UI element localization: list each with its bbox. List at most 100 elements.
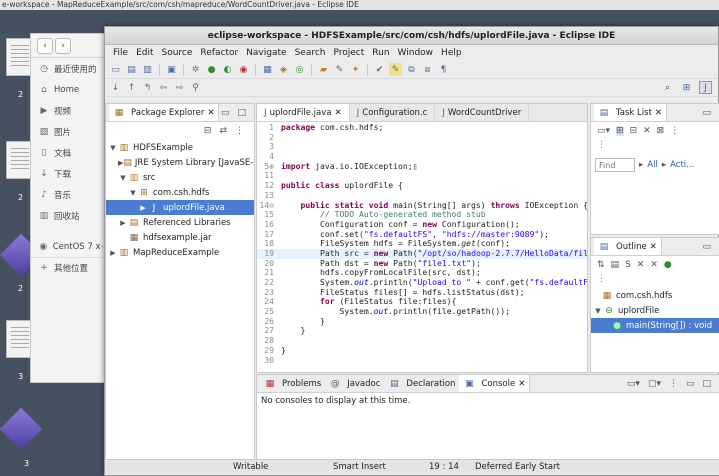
overflow-icon[interactable]: ⋮ [591,140,719,152]
tree-item[interactable]: ▦ hdfsexample.jar [106,230,254,245]
menu-file[interactable]: File [109,48,132,58]
chevron-down-icon[interactable]: ▼ [118,174,128,182]
external-tools-icon[interactable]: ◉ [237,63,250,76]
hide-fields-icon[interactable]: ▤ [611,260,620,270]
code-line[interactable]: 30 [257,355,587,366]
code-line[interactable]: 26 } [257,316,587,327]
tree-item[interactable]: ▶ ▤ Referenced Libraries [106,215,254,230]
sidebar-item[interactable]: ▥ 回收站 [31,205,109,226]
tab-task-list[interactable]: ▤ Task List ✕ [594,104,668,121]
link-editor-icon[interactable]: ⇄ [219,126,227,136]
menu-source[interactable]: Source [158,48,197,58]
new-task-icon[interactable]: ▭▾ [597,126,610,136]
schedule-icon[interactable]: ⊟ [630,126,638,136]
sidebar-item[interactable]: ▯ 文档 [31,142,109,163]
sidebar-item[interactable]: + 其他位置 [31,257,109,278]
categorize-icon[interactable]: ⊞ [616,126,624,136]
back-icon[interactable]: ⇦ [157,81,170,94]
save-all-icon[interactable]: ▥ [141,63,154,76]
code-line[interactable]: 12 public class uplordFile { [257,180,587,191]
activate-link[interactable]: Acti... [670,160,694,170]
close-icon[interactable]: ✕ [650,242,657,252]
menu-refactor[interactable]: Refactor [196,48,242,58]
outline-item-method[interactable]: ● main(String[]) : void [591,318,719,333]
code-line[interactable]: 5⊕ import java.io.IOException;▯ [257,161,587,172]
tree-item[interactable]: ▼ ▥ HDFSExample [106,140,254,155]
hide-local-types-icon[interactable]: ✕ [650,260,658,270]
all-filter-link[interactable]: All [647,160,658,170]
minimize-icon[interactable]: ▭ [702,242,711,252]
sort-icon[interactable]: ⇅ [597,260,605,270]
close-icon[interactable]: ✕ [655,108,662,118]
hide-completed-icon[interactable]: ✕ [643,126,651,136]
tree-item[interactable]: ▶ JuplordFile.java [106,200,254,215]
minimize-icon[interactable]: ▭ [686,379,695,389]
code-line[interactable]: 1 package com.csh.hdfs; [257,123,587,133]
highlight-icon[interactable]: ✎ [389,63,402,76]
sidebar-item[interactable]: ↓ 下载 [31,163,109,184]
run-icon[interactable]: ● [205,63,218,76]
overflow-icon[interactable]: ⋮ [591,274,719,288]
maximize-icon[interactable]: □ [237,108,246,118]
last-edit-icon[interactable]: ↰ [141,81,154,94]
mark-occurrences-icon[interactable]: ✔ [373,63,386,76]
hide-nonpublic-icon[interactable]: ✕ [637,260,645,270]
new-java-project-icon[interactable]: ▦ [261,63,274,76]
minimize-icon[interactable]: ▭ [702,108,711,118]
new-package-icon[interactable]: ◈ [277,63,290,76]
search-icon[interactable]: ⌕ [661,81,674,94]
display-console-icon[interactable]: ▭▾ [627,379,640,389]
forward-icon[interactable]: ⇨ [173,81,186,94]
menu-project[interactable]: Project [329,48,368,58]
block-selection-icon[interactable]: ⧉ [405,63,418,76]
sidebar-item[interactable]: ◉ CentOS 7 x⋯ [31,236,109,257]
menu-search[interactable]: Search [291,48,330,58]
back-button[interactable]: ‹ [37,37,53,54]
outline-item-package[interactable]: ▦ com.csh.hdfs [591,288,719,303]
tree-item[interactable]: ▼ ▥ src [106,170,254,185]
menu-edit[interactable]: Edit [132,48,157,58]
show-whitespace-icon[interactable]: ¶ [437,63,450,76]
save-icon[interactable]: ▤ [125,63,138,76]
sidebar-item[interactable]: ▨ 图片 [31,121,109,142]
sidebar-item[interactable]: ◷ 最近使用的 [31,58,109,79]
find-input[interactable] [595,158,635,172]
close-icon[interactable]: ✕ [207,108,214,118]
open-type-icon[interactable]: ▰ [317,63,330,76]
code-line[interactable]: 27 } [257,326,587,336]
previous-annotation-icon[interactable]: ↑ [125,81,138,94]
forward-button[interactable]: › [55,37,71,54]
chevron-right-icon[interactable]: ▶ [118,219,128,227]
filter-icon[interactable]: ⋮ [235,126,244,136]
tab-outline[interactable]: ▤ Outline ✕ [594,238,662,255]
open-task-icon[interactable]: ✎ [333,63,346,76]
editor-tab[interactable]: JuplordFile.java ✕ [257,104,350,121]
open-console-icon[interactable]: ▢▾ [648,379,661,389]
chevron-down-icon[interactable]: ▼ [128,189,138,197]
public-icon[interactable]: ● [664,260,672,270]
tab-console[interactable]: ▣ Console ✕ [459,375,531,392]
chevron-right-icon[interactable]: ▶ [138,204,148,212]
sidebar-item[interactable]: ▶ 视频 [31,100,109,121]
tree-item[interactable]: ▶▤JRE System Library [JavaSE-1.8] [106,155,254,170]
sidebar-item[interactable]: ♪ 音乐 [31,184,109,205]
menu-icon[interactable]: ⋮ [670,126,679,136]
hide-static-icon[interactable]: S [625,260,631,270]
code-editor[interactable]: 1 package com.csh.hdfs; 2 3 4 5⊕ import java.i… [257,123,587,372]
editor-tab[interactable]: J WordCountDriver [435,104,530,121]
close-icon[interactable]: ✕ [518,379,525,389]
perspective-icon[interactable]: ⊞ [680,81,693,94]
editor-tab[interactable]: J Configuration.c [350,104,436,121]
tab-package-explorer[interactable]: ▦ Package Explorer ✕ [109,104,220,121]
menu-run[interactable]: Run [368,48,393,58]
pin-icon[interactable]: ⚲ [189,81,202,94]
tab-javadoc[interactable]: @ Javadoc [325,375,384,392]
code-line[interactable]: 2 [257,132,587,143]
debug-icon[interactable]: ✲ [189,63,202,76]
close-icon[interactable]: ✕ [334,108,341,118]
coverage-icon[interactable]: ◐ [221,63,234,76]
new-icon[interactable]: ▭ [109,63,122,76]
menu-help[interactable]: Help [437,48,466,58]
sidebar-item[interactable]: ⌂ Home [31,79,109,100]
chevron-down-icon[interactable]: ▼ [593,307,603,315]
